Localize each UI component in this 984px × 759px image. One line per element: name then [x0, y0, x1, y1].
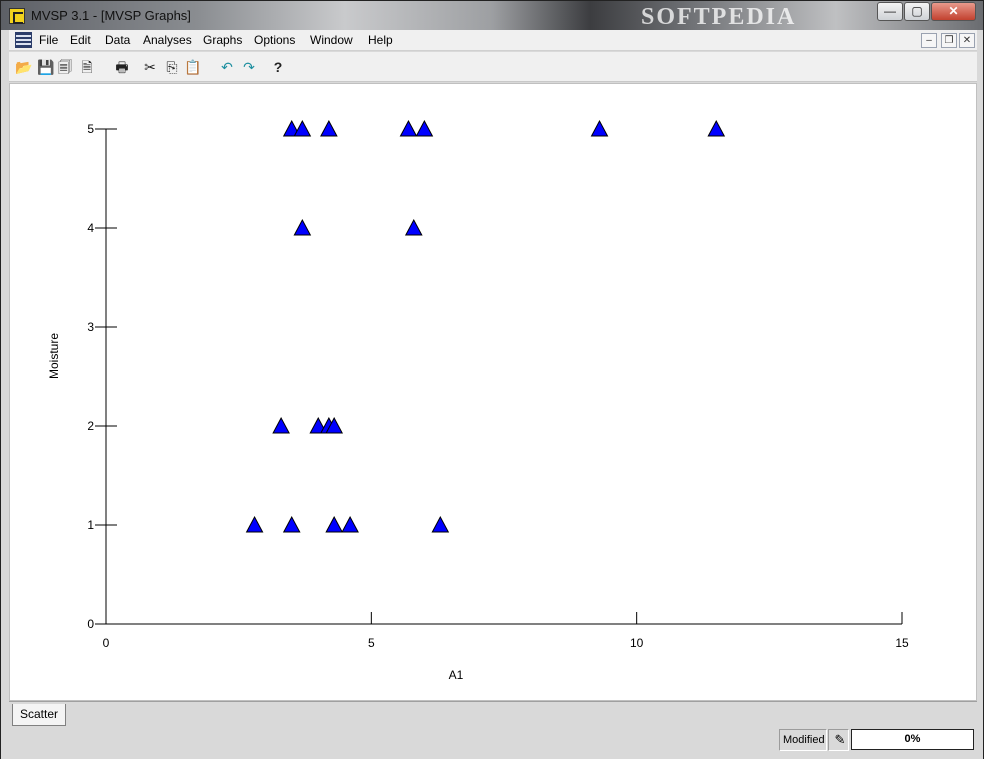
data-point	[415, 119, 434, 137]
toolbar: 📂 💾 🗐 🗎 🖶 ✂ ⎘ 📋 ↶ ↷ ?	[9, 52, 977, 82]
copy-icon[interactable]: ⎘	[163, 58, 181, 76]
mvsp-app-icon[interactable]	[9, 8, 25, 24]
y-tick-label: 4	[87, 221, 94, 235]
mdi-minimize-button[interactable]: –	[921, 33, 937, 48]
scatter-chart: 0 5 10 15 0 1 2 3 4 5 A1 Moisture	[47, 119, 909, 682]
y-axis-label: Moisture	[47, 333, 61, 379]
close-button[interactable]: ✕	[931, 2, 976, 21]
x-tick-label: 15	[895, 636, 909, 650]
data-point	[293, 119, 312, 137]
menu-graphs[interactable]: Graphs	[203, 33, 242, 47]
window-title: MVSP 3.1 - [MVSP Graphs]	[31, 8, 191, 23]
y-tick-label: 3	[87, 320, 94, 334]
data-point	[707, 119, 726, 137]
data-point	[431, 515, 450, 533]
data-point	[590, 119, 609, 137]
softpedia-watermark: SOFTPEDIA	[641, 4, 797, 30]
y-tick-label: 1	[87, 518, 94, 532]
status-icon: ✎	[828, 729, 849, 751]
y-tick-label: 2	[87, 419, 94, 433]
data-point	[245, 515, 264, 533]
save-all-icon[interactable]: 🗐	[56, 58, 74, 76]
data-point	[272, 416, 290, 434]
x-axis-label: A1	[449, 668, 464, 682]
menu-help[interactable]: Help	[368, 33, 393, 47]
maximize-button[interactable]: ▢	[904, 2, 930, 21]
menu-options[interactable]: Options	[254, 33, 295, 47]
save-icon[interactable]: 💾	[37, 58, 55, 76]
document-icon[interactable]	[15, 32, 32, 48]
tab-strip: Scatter	[9, 701, 977, 727]
x-tick-label: 0	[103, 636, 110, 650]
menu-file[interactable]: File	[39, 33, 58, 47]
data-point	[341, 515, 359, 533]
menu-data[interactable]: Data	[105, 33, 130, 47]
data-point	[404, 218, 423, 236]
redo-icon[interactable]: ↷	[240, 58, 258, 76]
menu-window[interactable]: Window	[310, 33, 353, 47]
progress-indicator: 0%	[851, 729, 974, 750]
data-point	[282, 515, 301, 533]
mdi-restore-button[interactable]: ❐	[941, 33, 957, 48]
x-tick-label: 5	[368, 636, 375, 650]
mdi-close-button[interactable]: ✕	[959, 33, 975, 48]
menu-bar: File Edit Data Analyses Graphs Options W…	[9, 30, 977, 51]
title-bar[interactable]: MVSP 3.1 - [MVSP Graphs] SOFTPEDIA — ▢ ✕	[1, 1, 983, 30]
tab-scatter[interactable]: Scatter	[12, 704, 66, 726]
y-tick-label: 0	[87, 617, 94, 631]
menu-analyses[interactable]: Analyses	[143, 33, 192, 47]
menu-edit[interactable]: Edit	[70, 33, 91, 47]
app-window: MVSP 3.1 - [MVSP Graphs] SOFTPEDIA — ▢ ✕…	[0, 0, 984, 759]
print-icon[interactable]: 🖶	[113, 58, 131, 76]
status-bar: Modified ✎ 0%	[1, 727, 983, 759]
x-tick-label: 10	[630, 636, 644, 650]
open-icon[interactable]: 📂	[15, 58, 33, 76]
minimize-button[interactable]: —	[877, 2, 903, 21]
paste-icon[interactable]: 📋	[184, 58, 202, 76]
undo-icon[interactable]: ↶	[218, 58, 236, 76]
data-point	[399, 119, 418, 137]
cut-icon[interactable]: ✂	[141, 58, 159, 76]
data-point	[320, 119, 338, 137]
data-point	[293, 218, 312, 236]
scatter-plot-area[interactable]: 0 5 10 15 0 1 2 3 4 5 A1 Moisture	[9, 83, 977, 701]
help-icon[interactable]: ?	[269, 58, 287, 76]
y-tick-label: 5	[87, 122, 94, 136]
status-modified: Modified	[779, 729, 827, 751]
export-icon[interactable]: 🗎	[78, 58, 96, 76]
data-point	[325, 515, 344, 533]
